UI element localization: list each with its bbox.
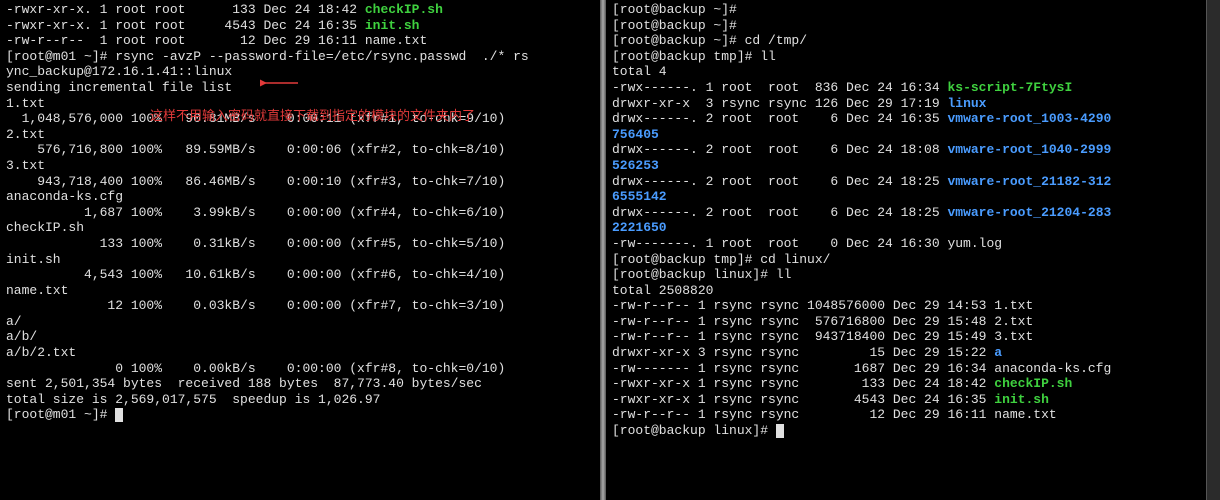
shell-prompt-ready[interactable]: [root@backup linux]# [612, 423, 1200, 439]
rsync-output-line: 1.txt [6, 96, 594, 112]
terminal-line: 2221650 [612, 220, 1200, 236]
rsync-output-line: 133 100% 0.31kB/s 0:00:00 (xfr#5, to-chk… [6, 236, 594, 252]
rsync-output-line: 576,716,800 100% 89.59MB/s 0:00:06 (xfr#… [6, 142, 594, 158]
terminal-line: [root@backup tmp]# cd linux/ [612, 252, 1200, 268]
terminal-line: drwxr-xr-x 3 rsync rsync 15 Dec 29 15:22… [612, 345, 1200, 361]
rsync-output-line: 3.txt [6, 158, 594, 174]
terminal-line: -rwxr-xr-x 1 rsync rsync 4543 Dec 24 16:… [612, 392, 1200, 408]
terminal-line: drwx------. 2 root root 6 Dec 24 18:25 v… [612, 205, 1200, 221]
shell-prompt-line[interactable]: [root@m01 ~]# rsync -avzP --password-fil… [6, 49, 594, 65]
cursor-icon [115, 408, 123, 422]
terminal-line: 756405 [612, 127, 1200, 143]
terminal-line: drwxr-xr-x 3 rsync rsync 126 Dec 29 17:1… [612, 96, 1200, 112]
rsync-output-line: 2.txt [6, 127, 594, 143]
rsync-output-line: a/b/2.txt [6, 345, 594, 361]
rsync-output-line: sending incremental file list [6, 80, 594, 96]
terminal-line: drwx------. 2 root root 6 Dec 24 16:35 v… [612, 111, 1200, 127]
rsync-output-line: total size is 2,569,017,575 speedup is 1… [6, 392, 594, 408]
terminal-line: drwx------. 2 root root 6 Dec 24 18:25 v… [612, 174, 1200, 190]
rsync-output-line: sent 2,501,354 bytes received 188 bytes … [6, 376, 594, 392]
terminal-line: [root@backup ~]# [612, 2, 1200, 18]
terminal-line: [root@backup ~]# [612, 18, 1200, 34]
terminal-line: [root@backup tmp]# ll [612, 49, 1200, 65]
rsync-output-line: 1,048,576,000 100% 90.81MB/s 0:00:11 (xf… [6, 111, 594, 127]
terminal-line: -rw-r--r-- 1 rsync rsync 576716800 Dec 2… [612, 314, 1200, 330]
rsync-output-line: 0 100% 0.00kB/s 0:00:00 (xfr#8, to-chk=0… [6, 361, 594, 377]
terminal-right[interactable]: [root@backup ~]# [root@backup ~]# [root@… [606, 0, 1206, 500]
terminal-line: -rw------- 1 rsync rsync 1687 Dec 29 16:… [612, 361, 1200, 377]
terminal-line: [root@backup linux]# ll [612, 267, 1200, 283]
terminal-line: -rwxr-xr-x 1 rsync rsync 133 Dec 24 18:4… [612, 376, 1200, 392]
terminal-line: [root@backup ~]# cd /tmp/ [612, 33, 1200, 49]
shell-prompt-ready[interactable]: [root@m01 ~]# [6, 407, 594, 423]
ls-line: -rwxr-xr-x. 1 root root 4543 Dec 24 16:3… [6, 18, 594, 34]
terminal-line: total 2508820 [612, 283, 1200, 299]
rsync-output-line: 4,543 100% 10.61kB/s 0:00:00 (xfr#6, to-… [6, 267, 594, 283]
rsync-output-line: 943,718,400 100% 86.46MB/s 0:00:10 (xfr#… [6, 174, 594, 190]
terminal-line: -rw-------. 1 root root 0 Dec 24 16:30 y… [612, 236, 1200, 252]
rsync-output-line: a/ [6, 314, 594, 330]
terminal-line: -rw-r--r-- 1 rsync rsync 943718400 Dec 2… [612, 329, 1200, 345]
scrollbar[interactable] [1206, 0, 1220, 500]
rsync-output-line: name.txt [6, 283, 594, 299]
rsync-output-line: a/b/ [6, 329, 594, 345]
rsync-output-line: anaconda-ks.cfg [6, 189, 594, 205]
ls-line: -rwxr-xr-x. 1 root root 133 Dec 24 18:42… [6, 2, 594, 18]
rsync-output-line: init.sh [6, 252, 594, 268]
terminal-line: 526253 [612, 158, 1200, 174]
terminal-line: total 4 [612, 64, 1200, 80]
terminal-line: -rwx------. 1 root root 836 Dec 24 16:34… [612, 80, 1200, 96]
rsync-output-line: 1,687 100% 3.99kB/s 0:00:00 (xfr#4, to-c… [6, 205, 594, 221]
rsync-output-line: checkIP.sh [6, 220, 594, 236]
terminal-left[interactable]: -rwxr-xr-x. 1 root root 133 Dec 24 18:42… [0, 0, 600, 500]
terminal-line: drwx------. 2 root root 6 Dec 24 18:08 v… [612, 142, 1200, 158]
ls-line: -rw-r--r-- 1 root root 12 Dec 29 16:11 n… [6, 33, 594, 49]
terminal-line: 6555142 [612, 189, 1200, 205]
terminal-line: -rw-r--r-- 1 rsync rsync 12 Dec 29 16:11… [612, 407, 1200, 423]
cursor-icon [776, 424, 784, 438]
terminal-line: -rw-r--r-- 1 rsync rsync 1048576000 Dec … [612, 298, 1200, 314]
rsync-output-line: 12 100% 0.03kB/s 0:00:00 (xfr#7, to-chk=… [6, 298, 594, 314]
shell-prompt-line-wrap: ync_backup@172.16.1.41::linux [6, 64, 594, 80]
